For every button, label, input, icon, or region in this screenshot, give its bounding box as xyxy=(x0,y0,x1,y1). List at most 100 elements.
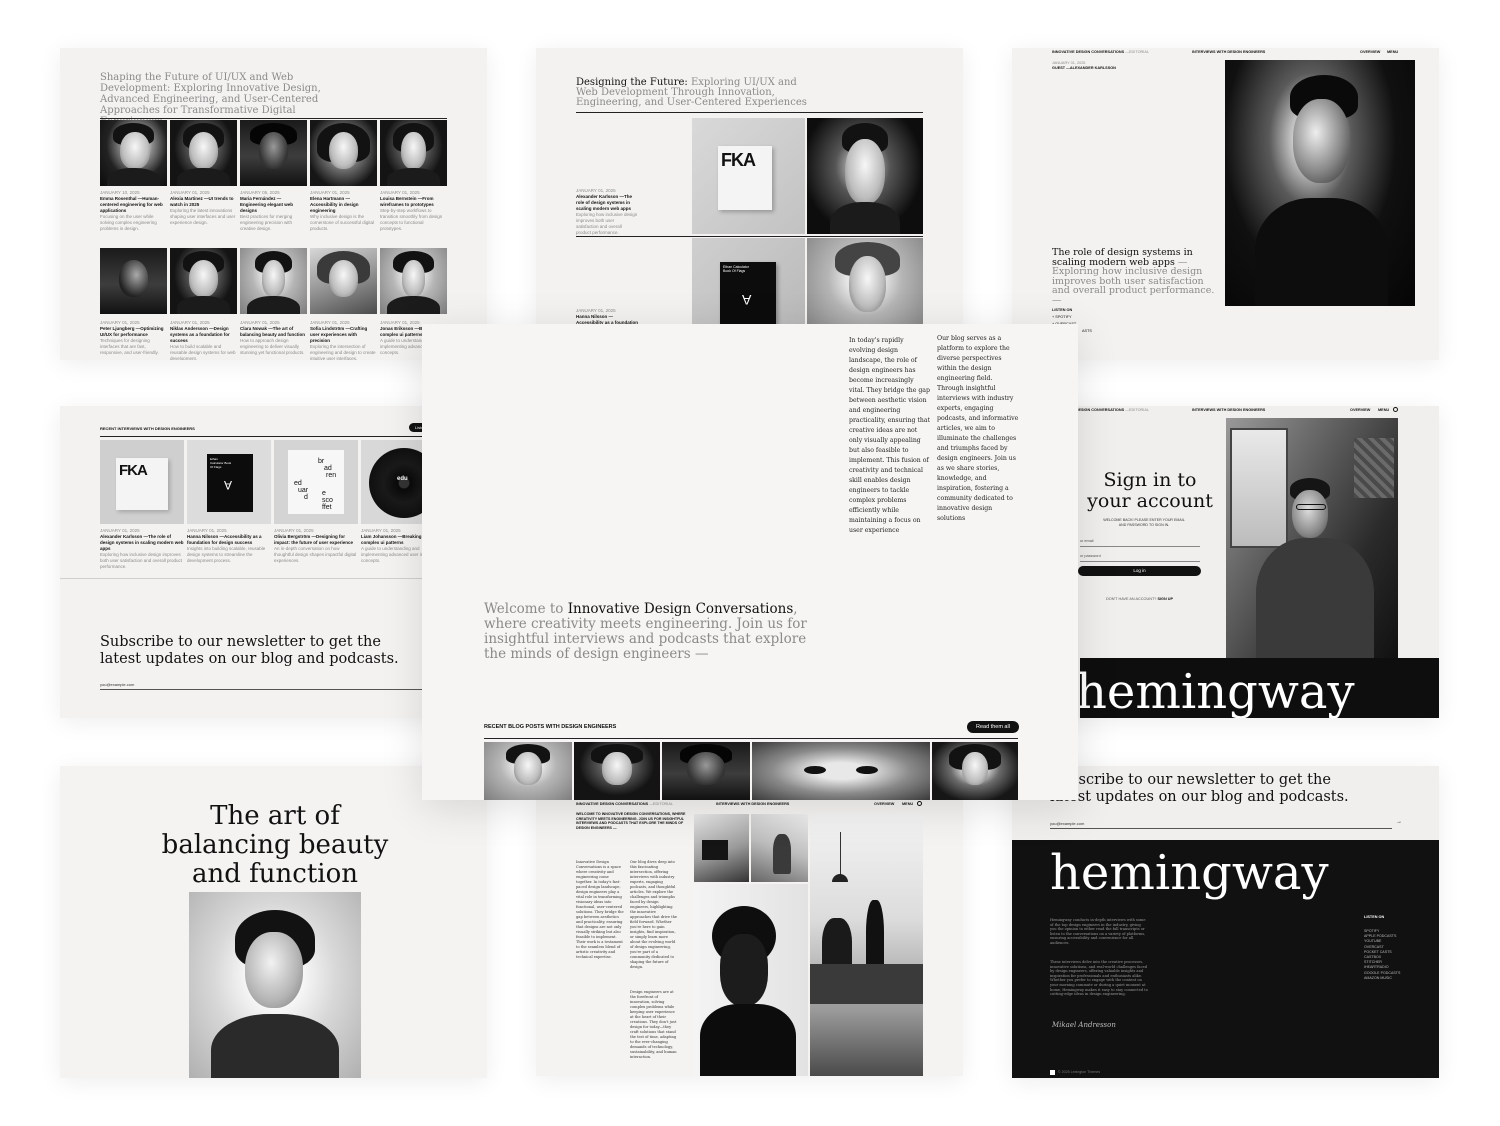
sign-in-title: Sign in to your account xyxy=(1080,470,1220,512)
portrait-image[interactable] xyxy=(752,742,930,800)
post-title[interactable]: Elena Hartmann —Accessibility in design … xyxy=(310,196,376,214)
post-excerpt: Best practices for merging engineering p… xyxy=(240,214,293,231)
nav-overview-link[interactable]: OVERVIEW xyxy=(1350,408,1370,412)
portrait-image[interactable] xyxy=(807,238,923,338)
album-cover-typography[interactable]: br ad ren ed uar d e sco ffet xyxy=(274,440,358,524)
post-card[interactable]: JANUARY 01, 2025 Clara Nowak —The art of … xyxy=(240,320,306,356)
portrait-image[interactable] xyxy=(484,742,572,800)
post-card[interactable]: JANUARY 01, 2025 Sofia Lindström —Craftin… xyxy=(310,320,376,360)
post-title[interactable]: Alexander Karlsson —The role of design s… xyxy=(576,194,638,212)
input-underline xyxy=(1050,828,1392,829)
interview-card[interactable]: JANUARY 01, 2025 Hanna Nilsson —Accessibi… xyxy=(187,528,271,564)
post-card[interactable]: JANUARY 10, 2025 Emma Rosenthal —Human-ce… xyxy=(100,190,166,232)
read-all-button[interactable]: Read them all xyxy=(967,721,1019,733)
nav-menu-link[interactable]: MENU xyxy=(1378,408,1389,412)
post-title[interactable]: Hanna Nilsson —Accessibility as a founda… xyxy=(187,534,271,546)
post-excerpt: How to build scalable and reusable desig… xyxy=(170,344,236,360)
portrait-image[interactable] xyxy=(932,742,1018,800)
nav-menu-link[interactable]: MENU xyxy=(902,802,913,806)
email-field[interactable]: ur email xyxy=(1080,539,1094,543)
typo-word: ren xyxy=(326,472,337,479)
about-column-2a: Our blog dives deep into this fascinatin… xyxy=(630,860,678,969)
platform-list: SPOTIFY APPLE PODCASTS YOUTUBE OVERCAST … xyxy=(1364,929,1400,981)
interview-headline: The role of design systems in scaling mo… xyxy=(1052,248,1218,305)
login-button[interactable]: Log in xyxy=(1078,566,1201,576)
panel-footer: Subscribe to our newsletter to get the l… xyxy=(1012,766,1439,1078)
intro-text: In today's rapidly evolving design lands… xyxy=(849,337,931,534)
portrait-image[interactable] xyxy=(807,118,923,234)
intro-text: Our blog serves as a platform to explore… xyxy=(937,335,1019,522)
nav-menu-link[interactable]: MENU xyxy=(1387,50,1398,54)
newsletter-email-input[interactable]: you@example.com xyxy=(1050,821,1084,826)
portrait-image[interactable] xyxy=(380,248,447,314)
platform-link-amazon-music[interactable]: AMAZON MUSIC xyxy=(1364,976,1400,981)
nav-brand[interactable]: INNOVATIVE DESIGN CONVERSATIONS —EDITORI… xyxy=(576,802,673,806)
post-card[interactable]: JANUARY 01, 2025 Alexander Karlsson —The… xyxy=(576,188,638,236)
footer-black-band: hemingway xyxy=(1080,658,1439,718)
post-title[interactable]: Alexia Martinez —UI trends to watch in 2… xyxy=(170,196,236,208)
typo-word: ad xyxy=(324,465,332,472)
post-excerpt: Exploring the intersection of engineerin… xyxy=(310,344,376,360)
submit-arrow-icon[interactable]: → xyxy=(1396,819,1402,825)
portrait-image[interactable] xyxy=(170,120,237,186)
footer-dark: hemingway Hemingway conducts in-depth in… xyxy=(1012,840,1439,1078)
post-card[interactable]: JANUARY 05, 2025 Maria Fernández —Enginee… xyxy=(240,190,306,232)
album-cover-fka[interactable]: FKA xyxy=(100,440,184,524)
newsletter-email-input[interactable]: you@example.com xyxy=(100,682,134,688)
book-label: Ethan Calculator Book Of Flags xyxy=(723,265,749,273)
post-card[interactable]: JANUARY 01, 2025 Louisa Bernstein —From w… xyxy=(380,190,446,232)
post-card[interactable]: JANUARY 01, 2025 Alexia Martinez —UI tren… xyxy=(170,190,236,226)
post-title[interactable]: Alexander Karlsson —The role of design s… xyxy=(100,534,184,552)
portrait-image[interactable] xyxy=(240,248,307,314)
album-cover-fka[interactable]: FKA xyxy=(692,118,805,234)
post-card[interactable]: JANUARY 01, 2025 Peter Ljungberg —Optimiz… xyxy=(100,320,166,356)
headline-strong: The role of design systems in scaling mo… xyxy=(1052,247,1193,268)
portrait-image[interactable] xyxy=(240,120,307,186)
nav-overview-link[interactable]: OVERVIEW xyxy=(874,802,894,806)
portrait-image xyxy=(189,892,361,1078)
post-excerpt: Step-by-step workflows to transition smo… xyxy=(380,208,443,231)
portrait-image[interactable] xyxy=(100,248,167,314)
post-title[interactable]: Emma Rosenthal —Human-centered engineeri… xyxy=(100,196,166,214)
portrait-image[interactable] xyxy=(170,248,237,314)
post-title[interactable]: Louisa Bernstein —From wireframes to pro… xyxy=(380,196,446,208)
post-excerpt: Why inclusive design is the cornerstone … xyxy=(310,214,375,231)
post-card[interactable]: JANUARY 01, 2025 Elena Hartmann —Accessib… xyxy=(310,190,376,232)
post-card[interactable]: JANUARY 01, 2025 Niklas Andersson —Design… xyxy=(170,320,236,360)
nav-overview-link[interactable]: OVERVIEW xyxy=(1360,50,1380,54)
platform-link-spotify[interactable]: + SPOTIFY xyxy=(1052,314,1092,321)
nav-center-link[interactable]: INTERVIEWS WITH DESIGN ENGINEERS xyxy=(1192,408,1265,412)
nav-center-link[interactable]: INTERVIEWS WITH DESIGN ENGINEERS xyxy=(716,802,789,806)
studio-photo xyxy=(751,814,808,882)
interview-card[interactable]: JANUARY 01, 2025 Alexander Karlsson —The … xyxy=(100,528,184,570)
portrait-image[interactable] xyxy=(310,248,377,314)
album-cover-book[interactable]: Ethan Calculator Book Of Flags A xyxy=(692,238,805,338)
nav-brand[interactable]: INNOVATIVE DESIGN CONVERSATIONS —EDITORI… xyxy=(1052,50,1149,54)
post-title[interactable]: Peter Ljungberg —Optimizing UI/UX for pe… xyxy=(100,326,166,338)
album-cover-book[interactable]: Ethan Calculator Book Of Flags A xyxy=(187,440,271,524)
nav-center-link[interactable]: INTERVIEWS WITH DESIGN ENGINEERS xyxy=(1192,50,1265,54)
portrait-image[interactable] xyxy=(100,120,167,186)
interview-card[interactable]: JANUARY 01, 2025 Olivia Bergström —Design… xyxy=(274,528,358,564)
post-title[interactable]: Sofia Lindström —Crafting user experienc… xyxy=(310,326,376,344)
divider xyxy=(576,236,923,237)
post-title[interactable]: Maria Fernández —Engineering elegant web… xyxy=(240,196,306,214)
portrait-image[interactable] xyxy=(310,120,377,186)
portrait-image[interactable] xyxy=(662,742,750,800)
post-title[interactable]: Clara Nowak —The art of balancing beauty… xyxy=(240,326,306,338)
search-icon[interactable] xyxy=(1393,407,1398,412)
post-excerpt: Insights into building scalable, reusabl… xyxy=(187,546,266,563)
password-field[interactable]: ur password xyxy=(1080,554,1101,558)
portrait-image[interactable] xyxy=(574,742,660,800)
post-excerpt: Focusing on the user while solving compl… xyxy=(100,214,157,231)
signup-link[interactable]: SIGN UP xyxy=(1157,597,1173,601)
title-line: your account xyxy=(1087,490,1213,512)
post-title[interactable]: Niklas Andersson —Design systems as a fo… xyxy=(170,326,236,344)
nav-brand-text: INNOVATIVE DESIGN CONVERSATIONS xyxy=(1052,50,1125,54)
post-title[interactable]: Olivia Bergström —Designing for impact: … xyxy=(274,534,358,546)
panel-about: INNOVATIVE DESIGN CONVERSATIONS —EDITORI… xyxy=(536,800,963,1076)
welcome-brand: Innovative Design Conversations xyxy=(567,601,794,617)
portrait-image[interactable] xyxy=(380,120,447,186)
search-icon[interactable] xyxy=(917,801,922,806)
post-excerpt: Exploring the latest innovations shaping… xyxy=(170,208,236,225)
